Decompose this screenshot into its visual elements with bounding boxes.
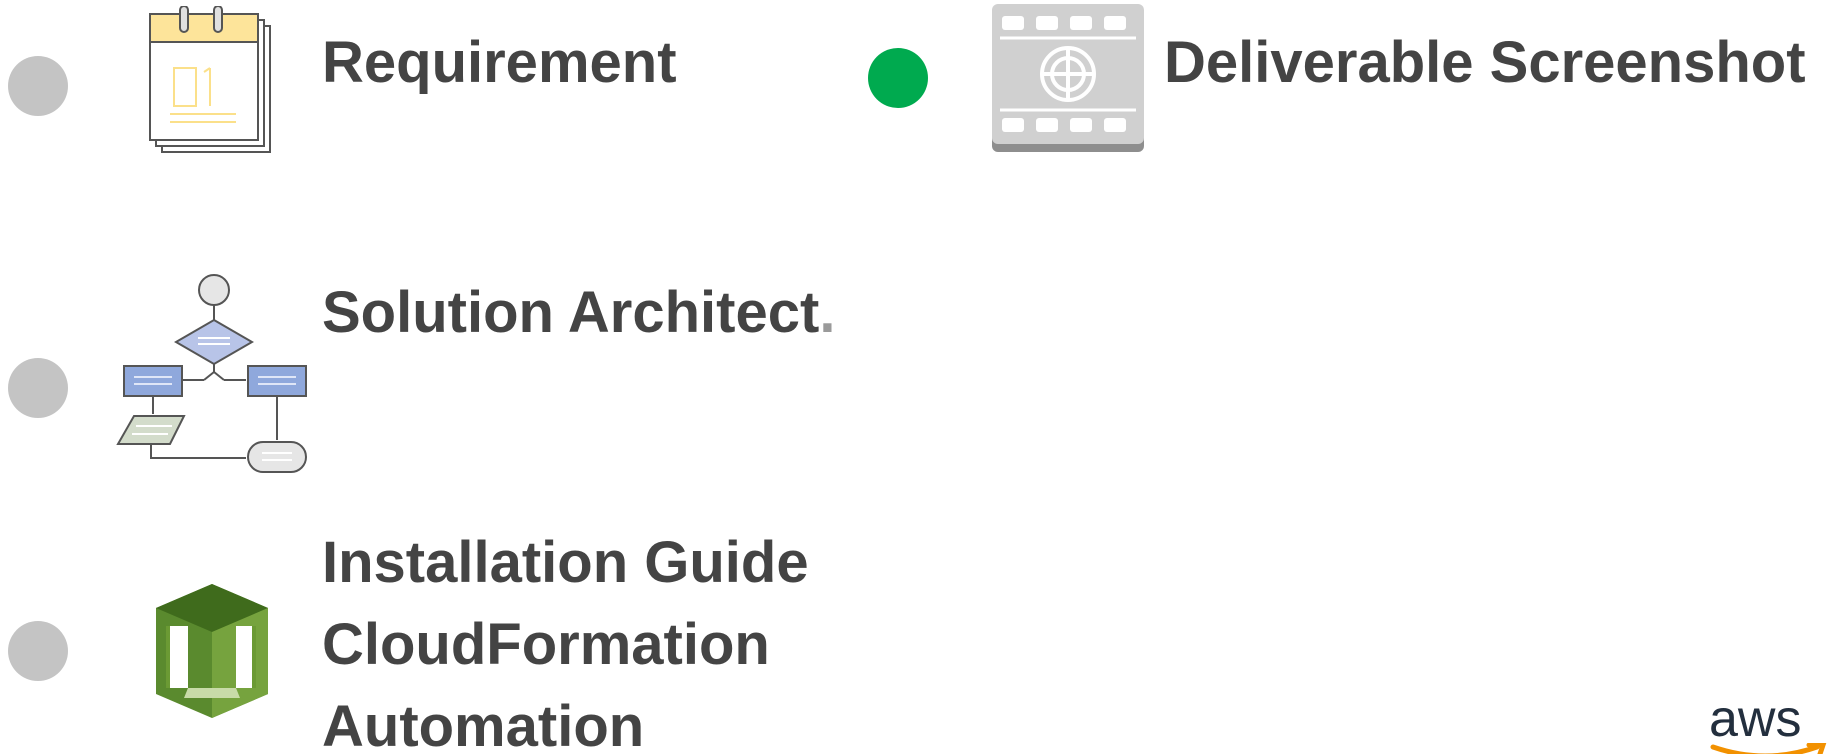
label-cloudformation: CloudFormation <box>322 612 770 677</box>
aws-logo-icon: aws <box>1705 693 1835 754</box>
label-automation: Automation <box>322 694 645 754</box>
status-dot-installation-guide <box>8 621 68 681</box>
label-solution-architect-suffix: . <box>819 280 836 345</box>
label-requirement: Requirement <box>322 30 677 95</box>
label-solution-architect: Solution Architect. <box>322 272 835 354</box>
status-dot-solution-architect <box>8 358 68 418</box>
flowchart-icon <box>114 272 310 476</box>
label-deliverable-screenshot: Deliverable Screenshot <box>1164 30 1806 95</box>
status-dot-requirement <box>8 56 68 116</box>
aws-logo-text: aws <box>1709 693 1802 748</box>
status-dot-deliverable-screenshot <box>868 48 928 108</box>
label-installation-guide: Installation Guide <box>322 530 809 595</box>
cloudformation-icon <box>156 584 268 718</box>
calendar-icon <box>148 5 274 154</box>
slide: Requirement Solution Architect. Installa… <box>0 0 1835 754</box>
label-solution-architect-text: Solution Architect <box>322 280 820 345</box>
film-strip-icon <box>992 4 1144 152</box>
